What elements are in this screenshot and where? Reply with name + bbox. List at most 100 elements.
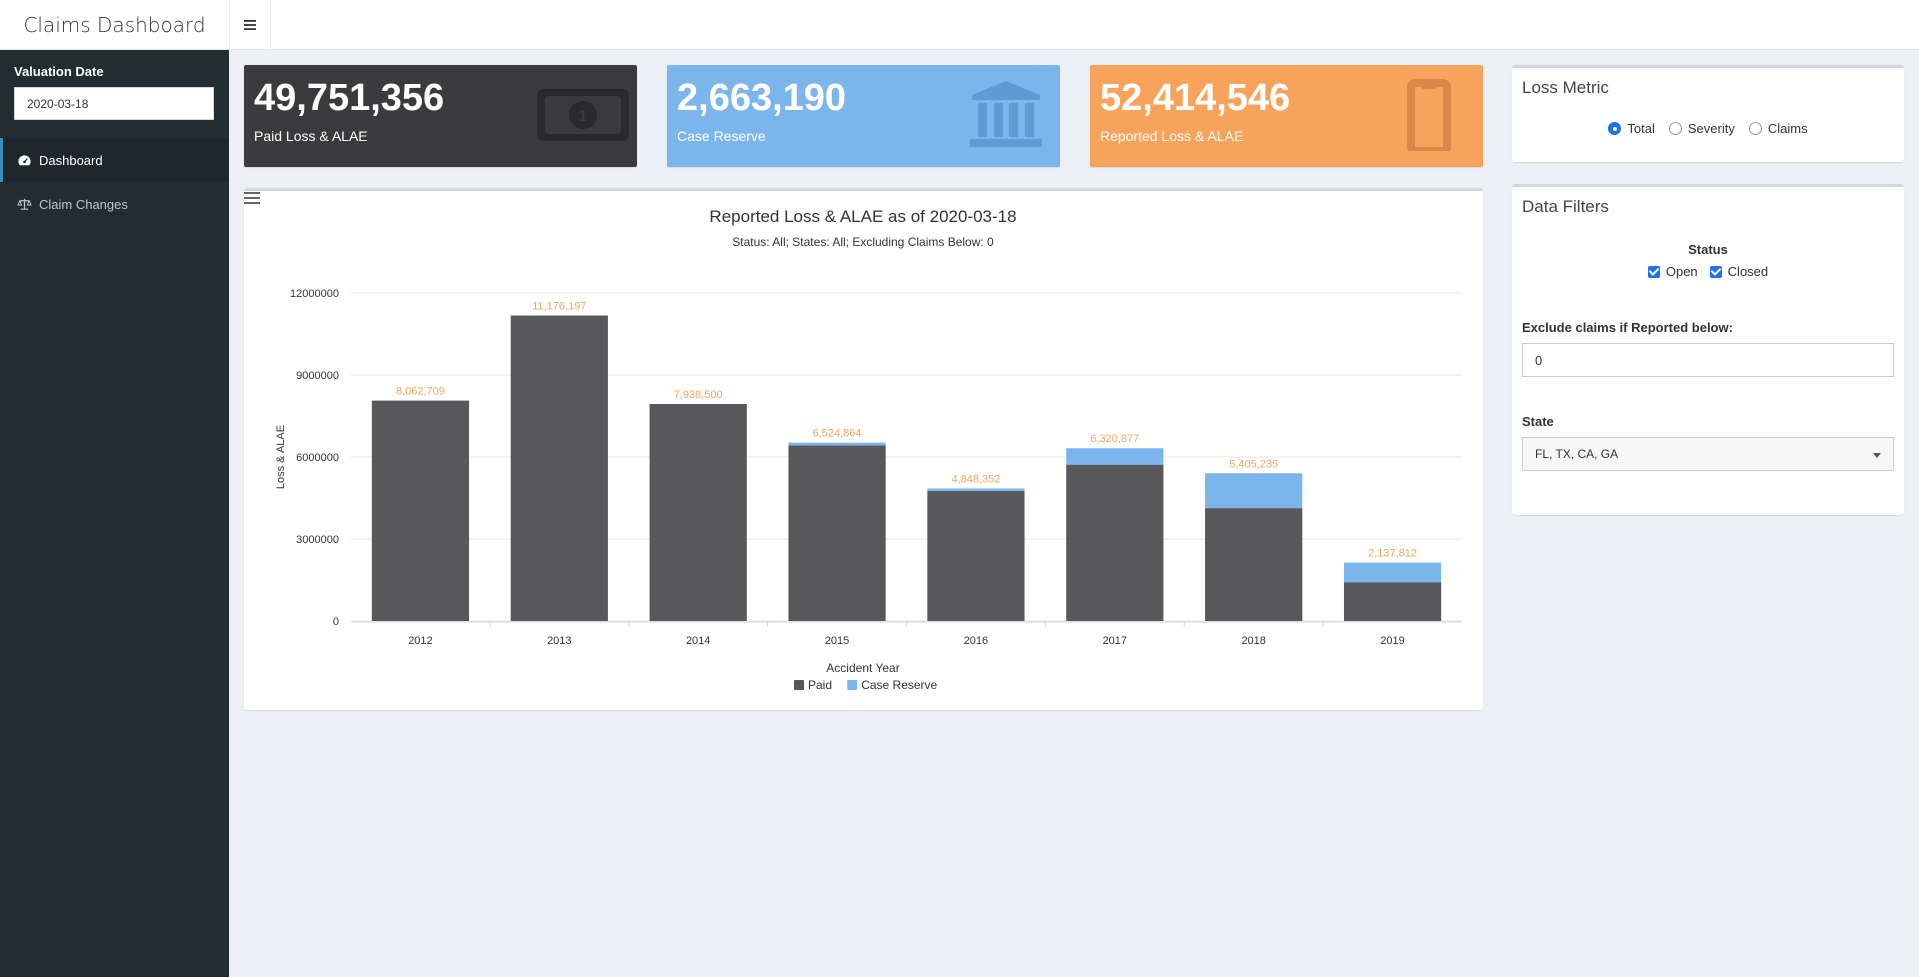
paid-loss-value: 49,751,356: [254, 77, 445, 119]
radio-label: Claims: [1767, 121, 1808, 136]
radio-indicator[interactable]: [1668, 122, 1682, 135]
checkbox-open[interactable]: Open: [1647, 264, 1698, 279]
y-tick-label: 3000000: [296, 534, 339, 546]
x-tick-label: 2015: [825, 635, 849, 647]
x-tick-label: 2019: [1380, 635, 1404, 647]
app-title[interactable]: Claims Dashboard: [0, 0, 229, 50]
bar-paid[interactable]: [1205, 508, 1303, 621]
data-filters-box: Data Filters Status Open Closed Exclude …: [1512, 184, 1904, 515]
exclude-claims-label: Exclude claims if Reported below:: [1522, 320, 1733, 335]
bar-paid[interactable]: [927, 490, 1025, 621]
legend-swatch[interactable]: [794, 680, 804, 690]
checkbox-indicator[interactable]: [1647, 265, 1660, 278]
state-select-value: FL, TX, CA, GA: [1535, 447, 1619, 461]
radio-label: Severity: [1687, 121, 1735, 136]
bar-paid[interactable]: [371, 400, 470, 621]
sidebar-item-label: Dashboard: [39, 152, 103, 168]
bar-case-reserve[interactable]: [1343, 562, 1442, 583]
money-bill-icon: 1: [537, 89, 629, 141]
x-tick-label: 2013: [547, 635, 571, 647]
sidebar-item-dashboard[interactable]: Dashboard: [0, 138, 229, 182]
bar-paid[interactable]: [510, 315, 608, 621]
chevron-down-icon: [1873, 453, 1881, 458]
x-axis-title: Accident Year: [826, 661, 899, 675]
clipboard-icon: [1407, 79, 1451, 151]
hamburger-icon: [244, 20, 256, 30]
chart-subtitle: Status: All; States: All; Excluding Clai…: [732, 235, 994, 249]
x-tick-label: 2018: [1241, 635, 1265, 647]
chart-bars: 8,062,709 11,176,197 7,938,500 6,524,864 4,8…: [371, 301, 1442, 621]
reported-loss-chart: Reported Loss & ALAE as of 2020-03-18 St…: [244, 188, 1483, 710]
loss-metric-title: Loss Metric: [1522, 78, 1609, 97]
case-reserve-value-box: 2,663,190 Case Reserve: [667, 65, 1060, 167]
sidebar-toggle-button[interactable]: [229, 0, 271, 50]
chart-title: Reported Loss & ALAE as of 2020-03-18: [709, 207, 1016, 226]
checkbox-label: Closed: [1727, 264, 1769, 279]
radio-indicator[interactable]: [1608, 122, 1622, 135]
data-label: 5,405,235: [1229, 458, 1278, 470]
radio-label: Total: [1627, 121, 1655, 136]
case-reserve-caption: Case Reserve: [677, 128, 766, 144]
x-tick-label: 2014: [686, 635, 710, 647]
data-label: 8,062,709: [396, 386, 445, 398]
radio-indicator[interactable]: [1748, 122, 1762, 135]
state-label: State: [1522, 414, 1554, 429]
paid-loss-caption: Paid Loss & ALAE: [254, 128, 368, 144]
y-axis-title: Loss & ALAE: [275, 425, 287, 489]
exclude-claims-input[interactable]: [1522, 343, 1894, 377]
data-label: 6,524,864: [813, 428, 862, 440]
data-label: 2,137,812: [1368, 548, 1417, 560]
data-label: 4,848,352: [951, 473, 1000, 485]
sidebar-item-claim-changes[interactable]: Claim Changes: [0, 182, 229, 226]
chart-canvas: Reported Loss & ALAE as of 2020-03-18 St…: [275, 207, 1462, 692]
reported-loss-caption: Reported Loss & ALAE: [1100, 128, 1244, 144]
university-icon: [970, 81, 1042, 147]
dashboard-icon: [18, 154, 31, 165]
bar-case-reserve[interactable]: [1066, 448, 1164, 465]
case-reserve-value: 2,663,190: [677, 77, 847, 119]
data-label: 7,938,500: [674, 389, 723, 401]
sidebar-item-label: Claim Changes: [39, 196, 128, 212]
header-bar: Claims Dashboard: [0, 0, 1919, 50]
bar-paid[interactable]: [788, 445, 886, 621]
data-label: 11,176,197: [532, 301, 586, 313]
y-tick-label: 0: [333, 616, 339, 628]
svg-text:1: 1: [579, 108, 588, 125]
checkbox-label: Open: [1665, 264, 1698, 279]
sidebar: Valuation Date Dashboard Claim Changes: [0, 50, 229, 977]
loss-metric-box: Loss Metric Total Severity Claims: [1512, 65, 1904, 162]
paid-loss-value-box: 49,751,356 Paid Loss & ALAE 1: [244, 65, 637, 167]
status-label: Status: [1688, 242, 1728, 257]
x-tick-label: 2012: [408, 635, 432, 647]
valuation-date-input[interactable]: [14, 87, 214, 120]
chart-x-axis: 2012 2013 2014 2015 2016 2017 2018 2019: [351, 621, 1462, 647]
data-label: 6,320,877: [1090, 433, 1139, 445]
legend-swatch[interactable]: [847, 680, 858, 690]
legend-label[interactable]: Case Reserve: [861, 678, 937, 692]
status-checkbox-group: Open Closed: [1512, 264, 1904, 279]
valuation-date-label: Valuation Date: [14, 64, 104, 79]
radio-total[interactable]: Total: [1608, 121, 1655, 136]
x-tick-label: 2017: [1103, 635, 1127, 647]
bar-case-reserve[interactable]: [1205, 473, 1303, 509]
reported-loss-value: 52,414,546: [1100, 77, 1291, 119]
legend-label[interactable]: Paid: [808, 678, 832, 692]
checkbox-indicator[interactable]: [1709, 265, 1722, 278]
x-tick-label: 2016: [964, 635, 988, 647]
y-tick-label: 12000000: [290, 288, 339, 300]
chart-legend[interactable]: Paid Case Reserve: [794, 678, 938, 692]
y-tick-label: 6000000: [296, 452, 339, 464]
bar-paid[interactable]: [649, 404, 747, 621]
data-filters-title: Data Filters: [1522, 197, 1609, 216]
radio-severity[interactable]: Severity: [1668, 121, 1735, 136]
radio-claims[interactable]: Claims: [1748, 121, 1808, 136]
loss-metric-radio-group: Total Severity Claims: [1512, 121, 1904, 136]
bar-case-reserve[interactable]: [927, 488, 1025, 491]
checkbox-closed[interactable]: Closed: [1709, 264, 1769, 279]
bar-paid[interactable]: [1343, 582, 1442, 621]
state-select[interactable]: FL, TX, CA, GA: [1522, 437, 1894, 471]
reported-loss-value-box: 52,414,546 Reported Loss & ALAE: [1090, 65, 1483, 167]
bar-paid[interactable]: [1066, 464, 1164, 621]
y-tick-label: 9000000: [296, 370, 339, 382]
bar-case-reserve[interactable]: [788, 442, 886, 446]
